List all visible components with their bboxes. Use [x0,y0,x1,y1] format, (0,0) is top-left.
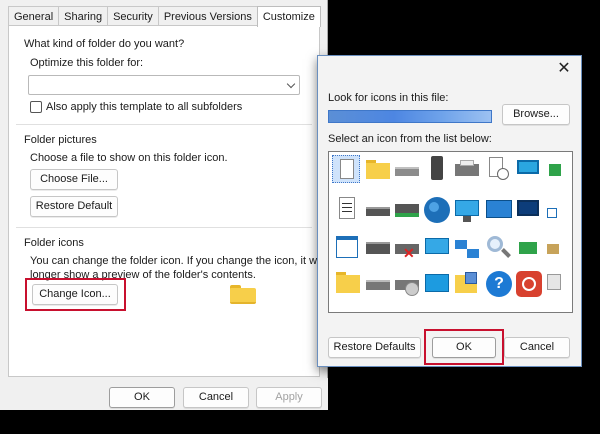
change-icon-dialog: ✕ Look for icons in this file: Browse...… [317,55,582,367]
folder-type-question: What kind of folder do you want? [24,38,185,50]
optimize-label: Optimize this folder for: [30,57,144,69]
drive-icon[interactable] [364,272,392,300]
network-icon[interactable] [453,236,481,264]
desktop-icon[interactable] [423,272,451,300]
tab-security[interactable]: Security [107,6,159,26]
media-drive-icon[interactable] [393,272,421,300]
cancel-button[interactable]: Cancel [183,387,249,408]
folder-icons-desc-line1: You can change the folder icon. If you c… [30,255,340,267]
network-computer-icon[interactable] [453,198,481,226]
icon-file-path-input[interactable] [328,110,492,123]
drive-icon[interactable] [364,236,392,264]
choose-file-button[interactable]: Choose File... [30,169,118,190]
browse-button[interactable]: Browse... [502,104,570,125]
title-bar [318,56,581,84]
cancel-button[interactable]: Cancel [504,337,570,358]
box-icon[interactable] [543,242,571,270]
chevron-down-icon [286,79,296,89]
display-settings-icon[interactable] [485,198,513,226]
recycle-icon[interactable] [543,272,571,300]
optimize-select[interactable] [28,75,300,95]
phone-icon[interactable] [423,156,451,184]
help-icon[interactable]: ? [485,270,513,298]
sleep-monitor-icon[interactable] [515,198,543,226]
restore-default-button[interactable]: Restore Default [30,196,118,217]
clock-document-icon[interactable] [485,156,513,184]
green-arrow-icon[interactable] [543,158,571,186]
divider [16,124,312,125]
apply-button[interactable]: Apply [256,387,322,408]
green-back-arrow-icon[interactable] [515,236,543,264]
power-icon[interactable] [515,270,543,298]
highlight-change-icon [25,278,126,311]
apply-subfolders-label: Also apply this template to all subfolde… [46,101,243,113]
folder-pictures-desc: Choose a file to show on this folder ico… [30,152,228,164]
text-document-icon[interactable] [334,197,362,225]
highlight-ok [424,329,504,365]
apply-subfolders-checkbox[interactable] [30,101,42,113]
folder-pictures-heading: Folder pictures [24,134,97,146]
folder-icon[interactable] [364,158,392,186]
window-document-icon[interactable] [334,234,362,262]
network-monitor-icon[interactable] [423,236,451,264]
app-folder-icon[interactable] [453,270,481,298]
drive-icon[interactable] [393,158,421,186]
tab-general[interactable]: General [8,6,60,26]
select-icon-label: Select an icon from the list below: [328,133,492,145]
tab-customize[interactable]: Customize [256,6,321,27]
network-drive-icon[interactable] [393,198,421,226]
close-icon[interactable]: ✕ [557,61,571,77]
tab-sharing[interactable]: Sharing [58,6,109,26]
folder-icon[interactable] [334,270,362,298]
drive-icon[interactable] [364,198,392,226]
tab-previous-versions[interactable]: Previous Versions [157,6,258,26]
globe-icon[interactable] [423,196,451,224]
restore-defaults-button[interactable]: Restore Defaults [328,337,421,358]
look-for-label: Look for icons in this file: [328,92,449,104]
divider [16,227,312,228]
icon-list[interactable]: ✕ ? [328,151,573,313]
disconnected-drive-icon[interactable]: ✕ [393,236,421,264]
tab-strip: General Sharing Security Previous Versio… [8,6,321,27]
magnifier-icon[interactable] [485,234,513,262]
ok-button[interactable]: OK [109,387,175,408]
monitor-icon[interactable] [515,158,543,186]
blank-document-icon-selected[interactable] [332,155,360,183]
folder-icons-heading: Folder icons [24,237,84,249]
printer-icon[interactable] [453,158,481,186]
shortcut-arrow-icon[interactable] [543,204,571,232]
folder-preview-icon [230,285,256,304]
folder-properties-dialog: General Sharing Security Previous Versio… [0,0,340,410]
